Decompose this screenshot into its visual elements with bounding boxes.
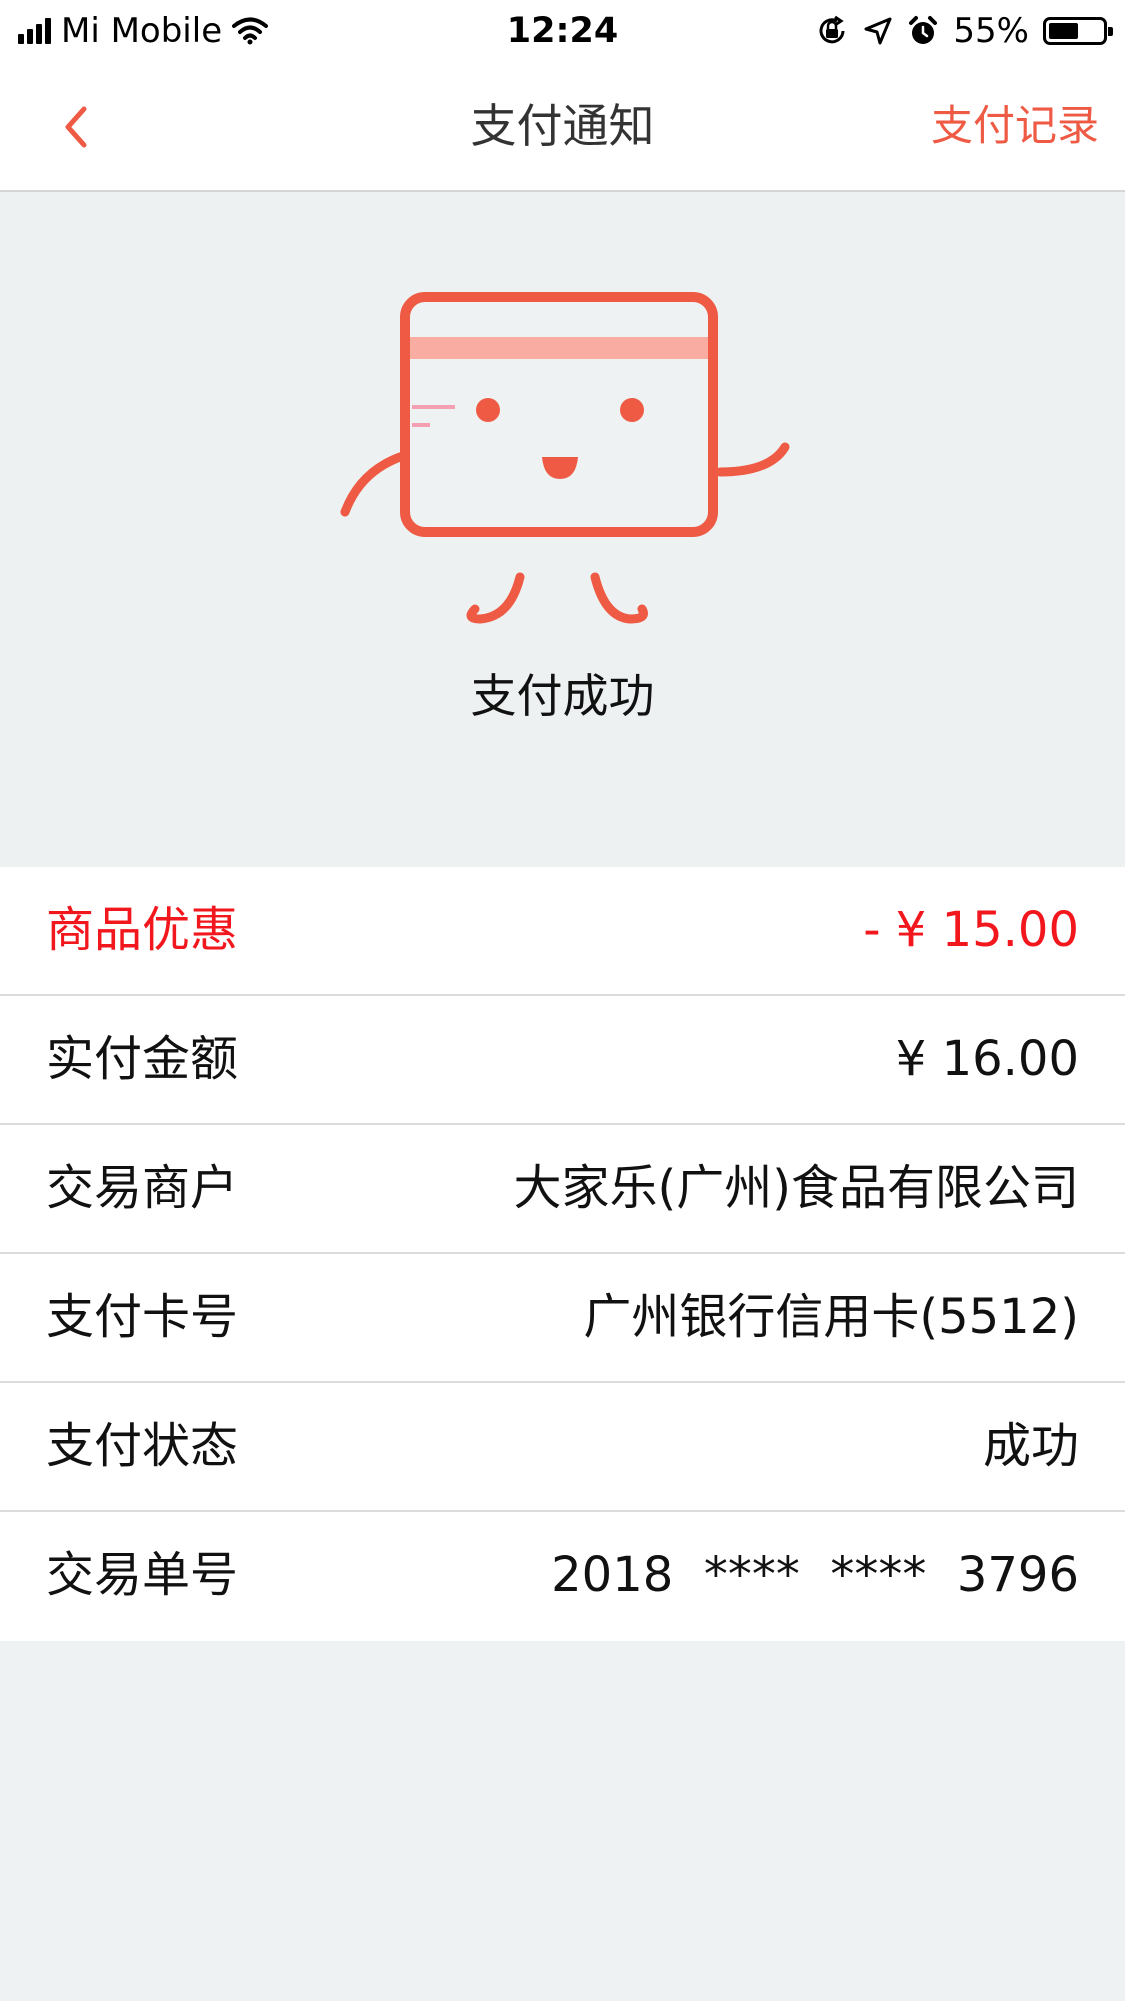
transaction-number-value: 2018 **** **** 3796 (551, 1547, 1079, 1603)
detail-row-amount-paid: 实付金额 ¥ 16.00 (0, 996, 1125, 1125)
payment-status-text: 支付成功 (470, 669, 655, 723)
location-arrow-icon (864, 17, 892, 45)
signal-icon (18, 18, 51, 44)
carrier-name: Mi Mobile (61, 11, 223, 51)
navigation-bar: 支付通知 支付记录 (0, 62, 1125, 192)
battery-percent: 55% (953, 11, 1029, 51)
status-bar: Mi Mobile 12:24 55% (0, 0, 1125, 62)
back-button[interactable] (40, 87, 110, 167)
payment-result-hero: 支付成功 (0, 192, 1125, 867)
battery-icon (1043, 17, 1113, 45)
transaction-number-label: 交易单号 (46, 1547, 239, 1603)
detail-row-transaction-number: 交易单号 2018 **** **** 3796 (0, 1512, 1125, 1641)
detail-row-discount: 商品优惠 - ¥ 15.00 (0, 867, 1125, 996)
wifi-icon (232, 17, 269, 45)
card-number-label: 支付卡号 (46, 1289, 239, 1345)
discount-label: 商品优惠 (46, 902, 239, 958)
alarm-icon (909, 16, 938, 44)
credit-card-mascot-icon (340, 292, 790, 624)
orientation-lock-icon (819, 15, 845, 44)
payment-records-button[interactable]: 支付记录 (931, 62, 1099, 190)
detail-row-card-number: 支付卡号 广州银行信用卡(5512) (0, 1254, 1125, 1383)
discount-value: - ¥ 15.00 (863, 902, 1079, 958)
payment-details-list: 商品优惠 - ¥ 15.00 实付金额 ¥ 16.00 交易商户 大家乐(广州)… (0, 867, 1125, 1641)
amount-paid-value: ¥ 16.00 (895, 1031, 1079, 1087)
status-bar-right: 55% (815, 10, 1113, 52)
status-bar-left: Mi Mobile (18, 10, 269, 52)
payment-status-label: 支付状态 (46, 1418, 239, 1474)
chevron-left-icon (65, 106, 87, 148)
payment-status-value: 成功 (982, 1418, 1079, 1474)
card-number-value: 广州银行信用卡(5512) (583, 1289, 1079, 1345)
detail-row-merchant: 交易商户 大家乐(广州)食品有限公司 (0, 1125, 1125, 1254)
amount-paid-label: 实付金额 (46, 1031, 239, 1087)
detail-row-payment-status: 支付状态 成功 (0, 1383, 1125, 1512)
merchant-label: 交易商户 (46, 1160, 239, 1216)
merchant-value: 大家乐(广州)食品有限公司 (513, 1160, 1079, 1216)
